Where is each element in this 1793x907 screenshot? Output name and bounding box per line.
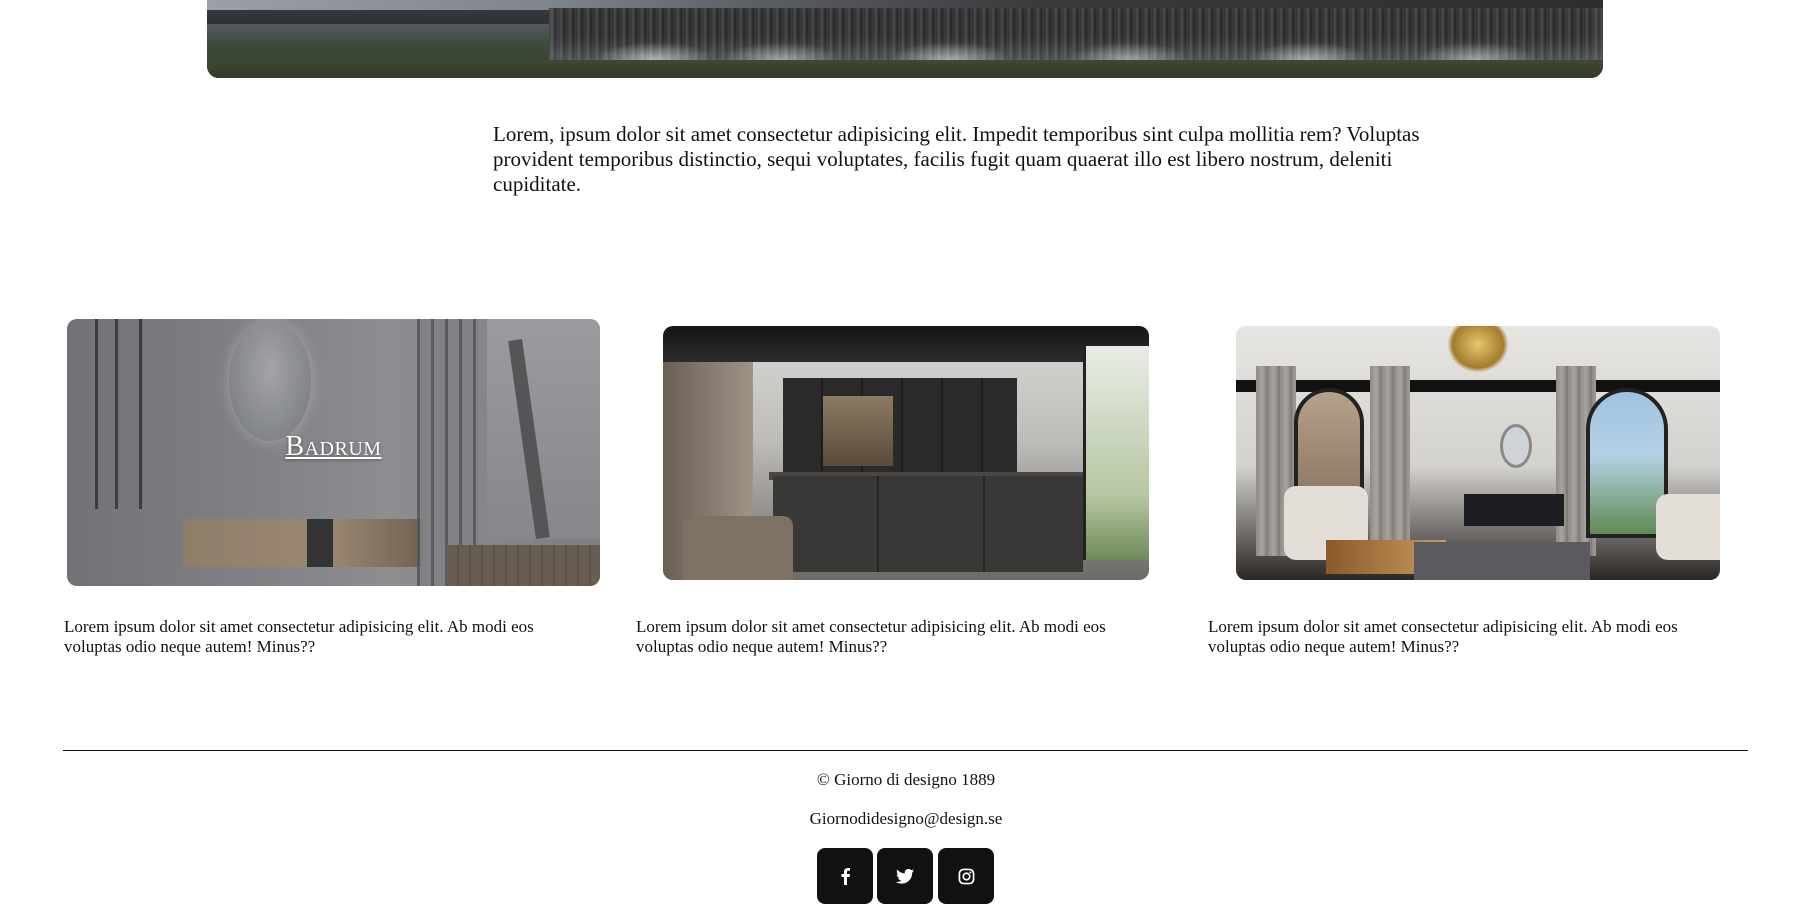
footer-copyright: © Giorno di designo 1889 — [816, 770, 996, 789]
card-caption-bathroom: Lorem ipsum dolor sit amet consectetur a… — [64, 617, 534, 656]
intro-paragraph: Lorem, ipsum dolor sit amet consectetur … — [493, 122, 1420, 196]
footer-divider — [63, 750, 1748, 751]
desk — [1464, 494, 1564, 526]
card-caption-kitchen: Lorem ipsum dolor sit amet consectetur a… — [636, 617, 1106, 656]
instagram-button[interactable] — [938, 848, 994, 904]
bench — [1414, 542, 1590, 580]
card-living-room-image[interactable] — [1236, 326, 1720, 580]
tall-cabinets — [783, 378, 1017, 478]
card-caption-living-room: Lorem ipsum dolor sit amet consectetur a… — [1208, 617, 1678, 656]
kitchen-island — [773, 476, 1083, 572]
twitter-button[interactable] — [877, 848, 933, 904]
armchair-right — [1656, 494, 1720, 560]
footer-email: Giornodidesigno@design.se — [809, 809, 1003, 828]
facebook-icon — [840, 867, 851, 885]
facebook-button[interactable] — [817, 848, 873, 904]
hero-image — [207, 0, 1603, 78]
instagram-icon — [958, 868, 975, 885]
display-shelf — [823, 396, 893, 466]
glass-window — [1083, 346, 1149, 560]
wall-mirror — [1500, 424, 1532, 468]
card-bathroom-image[interactable]: Badrum — [67, 319, 600, 586]
twitter-icon — [896, 868, 914, 884]
ceiling — [663, 326, 1149, 362]
card-overlay-label[interactable]: Badrum — [67, 431, 600, 463]
card-kitchen-image[interactable] — [663, 326, 1149, 580]
ceiling-moulding — [1236, 380, 1720, 392]
armchair — [683, 516, 793, 580]
chandelier — [1448, 326, 1508, 372]
hero-ground — [207, 60, 1603, 78]
curtain — [1370, 366, 1410, 556]
hero-wall-lights — [549, 34, 1603, 60]
